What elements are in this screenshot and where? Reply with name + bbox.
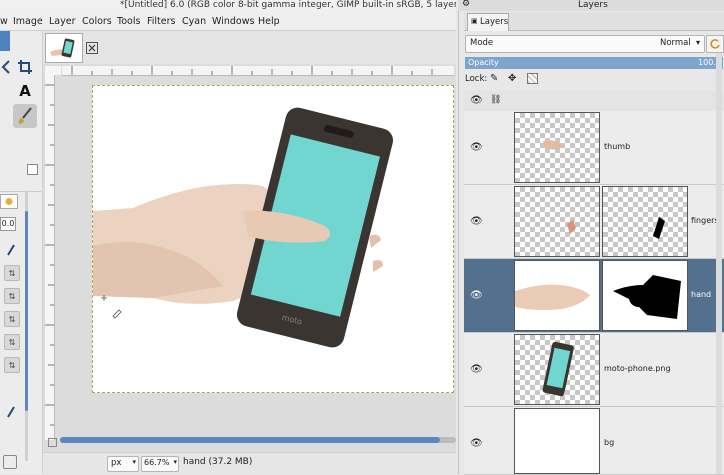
lock-pixels-icon[interactable]: ✎ <box>490 73 498 84</box>
layer-name[interactable]: fingers <box>691 216 719 225</box>
menu-image[interactable]: Image <box>13 16 43 27</box>
divider <box>0 191 41 192</box>
opacity-label: Opacity <box>468 58 499 67</box>
mode-value: Normal <box>660 38 691 48</box>
reset-icon <box>710 39 720 49</box>
menu-help[interactable]: Help <box>258 16 280 27</box>
vertical-ruler[interactable] <box>45 75 55 440</box>
image-canvas[interactable]: moto <box>92 85 454 393</box>
horizontal-ruler[interactable] <box>62 66 454 76</box>
layer-thumbnail <box>514 112 600 183</box>
image-tabs <box>43 31 456 64</box>
image-tab-thumbnail[interactable] <box>45 33 83 63</box>
eye-icon[interactable]: 👁 <box>470 142 483 153</box>
layer-row-moto-phone[interactable]: 👁 moto-phone.png <box>464 333 724 407</box>
visibility-header-icon[interactable]: 👁 <box>470 95 483 106</box>
menu-layer[interactable]: Layer <box>49 16 76 27</box>
layer-row-thumb[interactable]: 👁 thumb <box>464 111 724 185</box>
menu-view[interactable]: w <box>0 16 8 27</box>
paintbrush-icon <box>18 107 32 124</box>
tab-layers-label: Layers <box>480 17 509 27</box>
options-scroll-track[interactable] <box>25 191 28 461</box>
dock-close-icon[interactable] <box>27 164 38 175</box>
unit-label: px <box>111 458 122 468</box>
layers-header: 👁 ⛓ <box>464 91 724 112</box>
menu-tools[interactable]: Tools <box>117 16 140 27</box>
reset-button-2[interactable]: ⇅ <box>4 288 20 304</box>
dynamics-icon[interactable] <box>6 243 16 257</box>
layer-name[interactable]: bg <box>604 438 614 447</box>
text-tool-icon[interactable]: A <box>17 82 33 100</box>
layer-thumbnail <box>514 334 600 405</box>
window-title: *[Untitled] 6.0 (RGB color 8-bit gamma i… <box>120 0 456 10</box>
mode-select[interactable]: Mode Normal ▾ <box>465 35 705 53</box>
menu-windows[interactable]: Windows <box>212 16 254 27</box>
lock-label: Lock: <box>465 74 488 84</box>
layer-row-bg[interactable]: 👁 bg <box>464 407 724 475</box>
eye-icon[interactable]: 👁 <box>470 216 483 227</box>
menu-cyan[interactable]: Cyan <box>182 16 206 27</box>
eye-icon[interactable]: 👁 <box>470 290 483 301</box>
layer-row-hand[interactable]: 👁 hand <box>464 259 724 333</box>
chevron-down-icon: ▾ <box>695 38 700 47</box>
layer-info: hand (37.2 MB) <box>183 457 253 467</box>
lock-alpha-icon[interactable] <box>527 73 538 84</box>
lock-position-icon[interactable]: ✥ <box>508 73 516 84</box>
layer-thumbnail <box>514 260 600 331</box>
layer-mask-thumbnail <box>602 186 688 257</box>
composite-image: moto <box>93 107 393 348</box>
mode-label: Mode <box>470 38 494 48</box>
paintbrush-tool-button[interactable] <box>13 104 37 128</box>
tool-active-edge <box>0 31 10 51</box>
zoom-select[interactable]: 66.7% ▾ <box>141 456 179 472</box>
menu-filters[interactable]: Filters <box>147 16 175 27</box>
pen-icon[interactable] <box>6 405 16 419</box>
chevron-down-icon: ▾ <box>132 458 136 466</box>
zoom-label: 66.7% <box>144 458 170 467</box>
reset-button-4[interactable]: ⇅ <box>4 334 20 350</box>
navigate-icon[interactable] <box>48 438 57 447</box>
reset-button-5[interactable]: ⇅ <box>4 357 20 373</box>
brush-preset-button[interactable] <box>0 194 18 209</box>
unit-select[interactable]: px ▾ <box>107 456 139 472</box>
layer-mask-thumbnail <box>602 260 688 331</box>
layers-tab-icon: ▣ <box>471 17 478 25</box>
lock-row: Lock: ✎ ✥ <box>465 73 565 87</box>
close-tab-icon[interactable] <box>86 42 98 54</box>
layers-scrollbar[interactable] <box>716 53 722 474</box>
ruler-corner <box>45 66 61 75</box>
title-bar: *[Untitled] 6.0 (RGB color 8-bit gamma i… <box>0 0 456 14</box>
size-value[interactable]: 0.0 <box>0 217 16 231</box>
reset-button-1[interactable]: ⇅ <box>4 265 20 281</box>
dock-menu-icon[interactable]: ⚙ <box>462 0 470 9</box>
dock-title: Layers <box>578 0 608 10</box>
layer-thumbnail <box>514 186 600 257</box>
eye-icon[interactable]: 👁 <box>470 438 483 449</box>
eye-icon[interactable]: 👁 <box>470 364 483 375</box>
toolbox: A 0.0 ⇅ ⇅ ⇅ ⇅ ⇅ <box>0 31 43 474</box>
dock-tab-bar: ▣ Layers <box>464 12 724 31</box>
mode-reset-button[interactable] <box>706 35 724 53</box>
status-bar: px ▾ 66.7% ▾ hand (37.2 MB) <box>43 452 456 475</box>
layer-name[interactable]: hand <box>691 290 711 299</box>
reset-button-3[interactable]: ⇅ <box>4 311 20 327</box>
layer-thumbnail <box>514 408 600 474</box>
horizontal-scrollbar[interactable] <box>60 437 456 443</box>
layer-row-fingers[interactable]: 👁 fingers <box>464 185 724 259</box>
chevron-down-icon: ▾ <box>173 458 177 466</box>
tab-layers[interactable]: ▣ Layers <box>467 13 509 31</box>
chain-header-icon[interactable]: ⛓ <box>490 95 501 105</box>
menu-colors[interactable]: Colors <box>82 16 112 27</box>
scrollbar-thumb[interactable] <box>60 437 440 443</box>
opacity-slider[interactable]: Opacity 100.0 <box>465 57 723 69</box>
dock-title-bar: ⚙ Layers <box>458 0 724 11</box>
transform-tool-icon[interactable] <box>0 59 14 75</box>
crop-tool-icon[interactable] <box>17 59 33 75</box>
toggle-checkbox[interactable] <box>3 455 17 469</box>
layer-name[interactable]: moto-phone.png <box>604 364 671 373</box>
layer-name[interactable]: thumb <box>604 142 630 151</box>
menu-bar: w Image Layer Colors Tools Filters Cyan … <box>0 14 456 31</box>
